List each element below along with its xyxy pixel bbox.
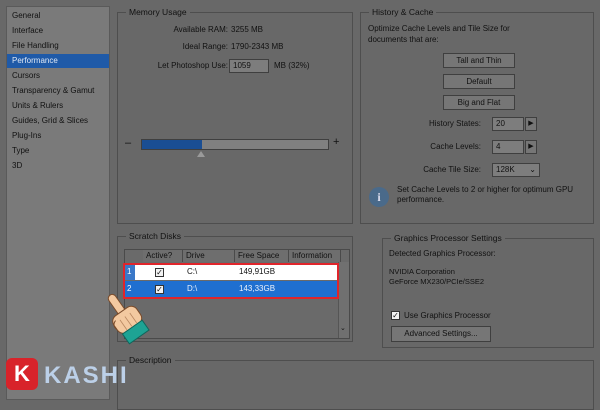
let-photoshop-use-label: Let Photoshop Use: <box>157 61 228 70</box>
cache-levels-label: Cache Levels: <box>430 142 481 151</box>
history-cache-title: History & Cache <box>369 7 437 17</box>
big-and-flat-button[interactable]: Big and Flat <box>443 95 515 110</box>
nav-item-guides-grid[interactable]: Guides, Grid & Slices <box>7 114 109 128</box>
history-states-input[interactable]: 20 <box>492 117 524 131</box>
table-scrollbar[interactable]: ⌄ <box>338 262 349 338</box>
memory-slider-thumb[interactable] <box>197 151 205 157</box>
ideal-range-value: 1790-2343 MB <box>231 42 284 51</box>
gpu-model: GeForce MX230/PCIe/SSE2 <box>389 277 485 286</box>
tall-and-thin-button[interactable]: Tall and Thin <box>443 53 515 68</box>
memory-unit-label: MB (32%) <box>274 61 310 70</box>
memory-usage-title: Memory Usage <box>126 7 190 17</box>
memory-usage-group: Memory Usage Available RAM: 3255 MB Idea… <box>117 7 353 224</box>
cache-tile-size-label: Cache Tile Size: <box>423 165 481 174</box>
advanced-settings-button[interactable]: Advanced Settings... <box>391 326 491 342</box>
nav-item-units-rulers[interactable]: Units & Rulers <box>7 99 109 113</box>
nav-item-general[interactable]: General <box>7 9 109 23</box>
available-ram-label: Available RAM: <box>173 25 228 34</box>
memory-amount-input[interactable]: 1059 <box>229 59 269 73</box>
description-group: Description <box>117 355 594 410</box>
detected-gpu-label: Detected Graphics Processor: <box>389 249 496 258</box>
nav-item-type[interactable]: Type <box>7 144 109 158</box>
gpu-vendor: NVIDIA Corporation <box>389 267 455 276</box>
info-icon: i <box>369 187 389 207</box>
graphics-processor-group: Graphics Processor Settings Detected Gra… <box>382 233 594 348</box>
chevron-down-icon: ⌄ <box>529 165 536 174</box>
kashi-logo-badge: K <box>6 358 38 390</box>
decrease-memory-button[interactable]: – <box>125 137 131 149</box>
ideal-range-label: Ideal Range: <box>182 42 228 51</box>
use-gpu-label: Use Graphics Processor <box>404 311 491 320</box>
nav-item-performance[interactable]: Performance <box>7 54 109 68</box>
nav-item-cursors[interactable]: Cursors <box>7 69 109 83</box>
scratch-disks-title: Scratch Disks <box>126 231 184 241</box>
header-drive: Drive <box>183 250 235 262</box>
cache-optimize-description: Optimize Cache Levels and Tile Size for … <box>368 24 510 44</box>
cache-tile-size-select[interactable]: 128K ⌄ <box>492 163 540 177</box>
kashi-watermark-text: KASHI <box>44 362 129 389</box>
highlight-annotation-box <box>123 263 339 299</box>
cache-levels-arrow-icon[interactable]: ▶ <box>525 140 537 154</box>
increase-memory-button[interactable]: + <box>333 136 339 148</box>
nav-item-transparency[interactable]: Transparency & Gamut <box>7 84 109 98</box>
cache-levels-input[interactable]: 4 <box>492 140 524 154</box>
use-gpu-checkbox[interactable]: ✓ <box>391 311 400 320</box>
graphics-processor-title: Graphics Processor Settings <box>391 233 505 243</box>
header-active: Active? <box>143 250 183 262</box>
nav-item-3d[interactable]: 3D <box>7 159 109 173</box>
cache-info-text: Set Cache Levels to 2 or higher for opti… <box>397 185 574 204</box>
header-free-space: Free Space <box>235 250 289 262</box>
description-title: Description <box>126 355 175 365</box>
nav-item-interface[interactable]: Interface <box>7 24 109 38</box>
pointing-hand-icon <box>107 293 150 345</box>
default-button[interactable]: Default <box>443 74 515 89</box>
history-states-label: History States: <box>428 119 481 128</box>
nav-item-file-handling[interactable]: File Handling <box>7 39 109 53</box>
memory-slider-track[interactable] <box>141 139 329 150</box>
scroll-down-icon[interactable]: ⌄ <box>340 324 346 332</box>
nav-item-plugins[interactable]: Plug-Ins <box>7 129 109 143</box>
header-information: Information <box>289 250 341 262</box>
memory-slider-fill <box>142 140 202 149</box>
history-cache-group: History & Cache Optimize Cache Levels an… <box>360 7 594 224</box>
available-ram-value: 3255 MB <box>231 25 264 34</box>
cache-tile-size-value: 128K <box>496 165 515 174</box>
history-states-arrow-icon[interactable]: ▶ <box>525 117 537 131</box>
